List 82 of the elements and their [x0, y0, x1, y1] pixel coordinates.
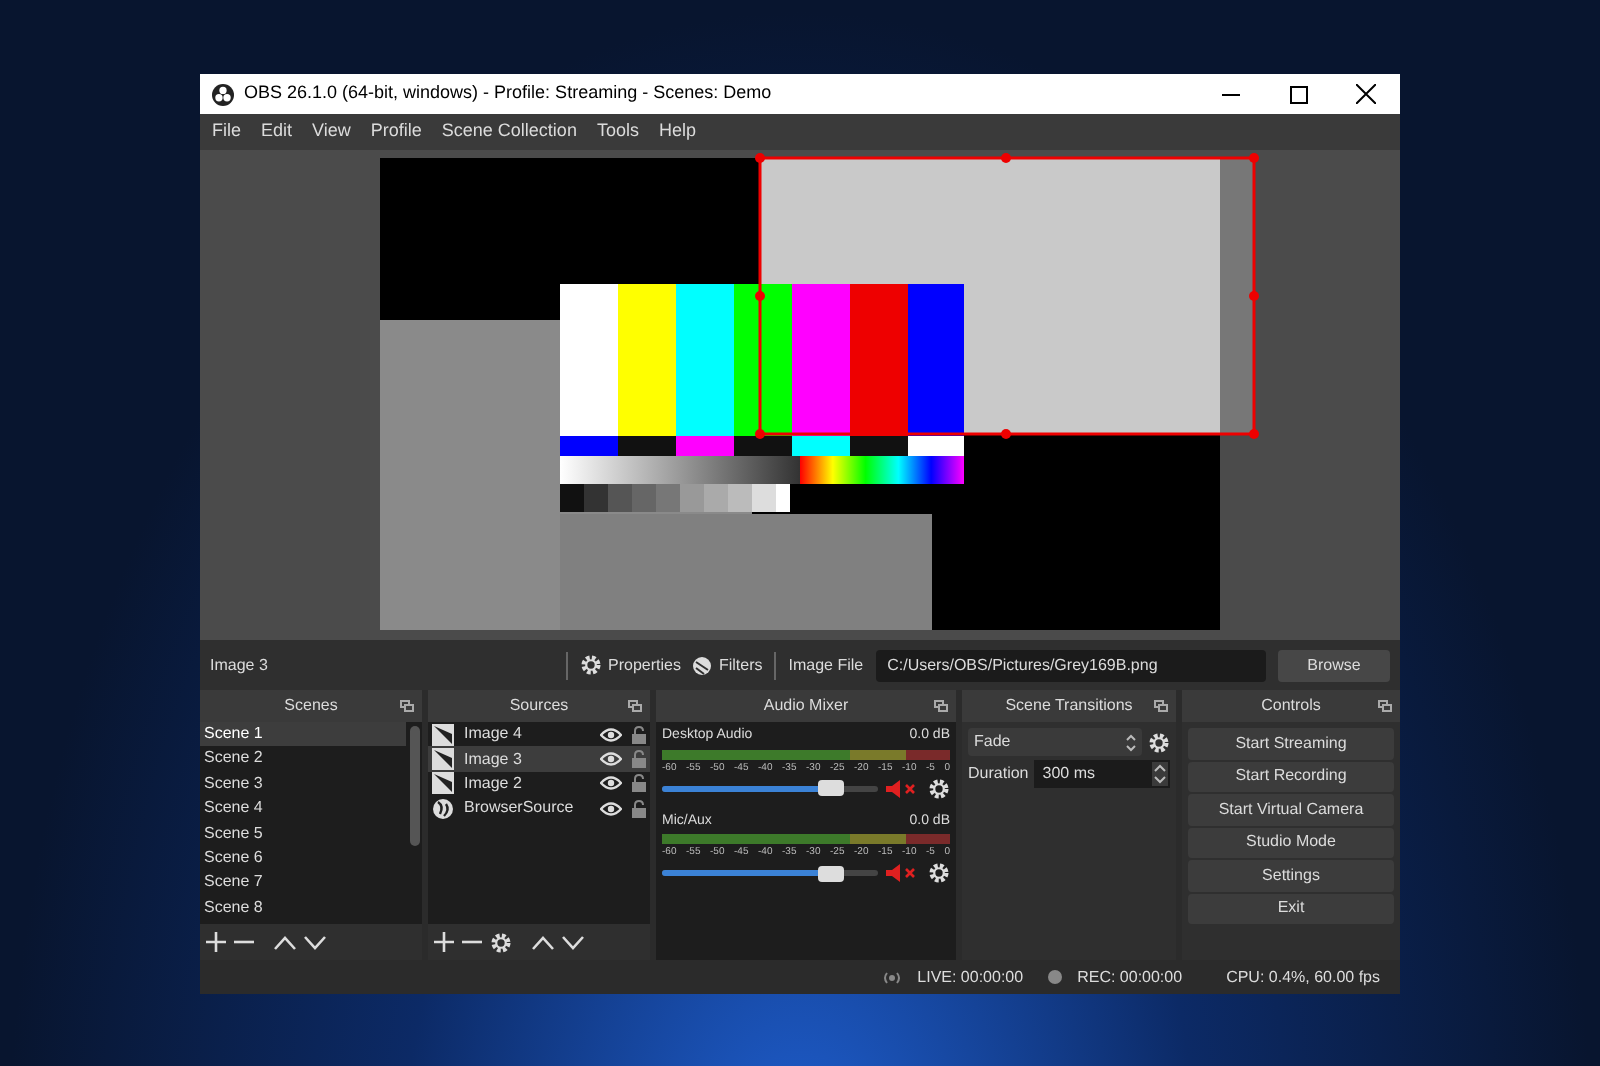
add-icon[interactable]	[434, 932, 454, 952]
visibility-icon[interactable]	[600, 801, 622, 816]
selected-source-name: Image 3	[210, 653, 270, 677]
gear-icon[interactable]	[1148, 731, 1170, 753]
control-button[interactable]: Settings	[1188, 860, 1394, 891]
lock-icon[interactable]	[632, 799, 646, 818]
visibility-icon[interactable]	[600, 752, 622, 767]
move-down-icon[interactable]	[304, 935, 326, 949]
filter-icon	[692, 655, 713, 675]
live-timer: LIVE: 00:00:00	[917, 965, 1024, 989]
visibility-icon[interactable]	[600, 727, 622, 742]
visibility-icon[interactable]	[600, 776, 622, 791]
menu-item[interactable]: Help	[650, 118, 704, 146]
recording-timer: REC: 00:00:00	[1077, 965, 1183, 989]
spinner-arrows-icon	[1126, 733, 1136, 751]
gear-icon[interactable]	[928, 862, 950, 884]
add-icon[interactable]	[206, 932, 226, 952]
duration-label: Duration	[968, 762, 1029, 786]
undock-icon[interactable]	[934, 700, 948, 712]
dock-title: Audio Mixer	[763, 694, 849, 718]
source-item[interactable]: Image 2	[428, 771, 650, 797]
menu-item[interactable]: Tools	[588, 118, 647, 146]
menu-item[interactable]: Edit	[253, 118, 301, 146]
scene-item[interactable]: Scene 8	[200, 895, 406, 921]
undock-icon[interactable]	[400, 700, 414, 712]
move-up-icon[interactable]	[532, 935, 554, 949]
broadcast-icon	[881, 969, 902, 985]
scene-item[interactable]: Scene 4	[200, 796, 406, 822]
gear-icon	[580, 654, 602, 676]
control-button[interactable]: Start Virtual Camera	[1188, 794, 1394, 825]
properties-button[interactable]: Properties	[580, 653, 681, 677]
menu-item[interactable]: File	[204, 118, 250, 146]
volume-slider[interactable]	[662, 785, 878, 791]
gear-icon[interactable]	[490, 931, 512, 953]
undock-icon[interactable]	[1378, 700, 1392, 712]
source-item[interactable]: Image 3	[428, 746, 650, 772]
muted-speaker-icon[interactable]	[886, 779, 920, 797]
control-button[interactable]: Exit	[1188, 893, 1394, 924]
scene-item[interactable]: Scene 3	[200, 771, 406, 797]
lock-icon[interactable]	[632, 774, 646, 793]
source-item[interactable]: Image 4	[428, 722, 650, 747]
dock-title: Scenes	[284, 694, 338, 718]
undock-icon[interactable]	[1154, 700, 1168, 712]
scene-item[interactable]: Scene 7	[200, 870, 406, 896]
record-indicator-icon	[1047, 970, 1062, 984]
browse-button[interactable]: Browse	[1278, 649, 1390, 681]
scene-item[interactable]: Scene 1	[200, 722, 406, 747]
scrollbar[interactable]	[410, 726, 420, 846]
scene-item[interactable]: Scene 6	[200, 845, 406, 871]
move-down-icon[interactable]	[562, 935, 584, 949]
field-label: Image File	[788, 653, 864, 677]
duration-field[interactable]: 300 ms	[1034, 760, 1170, 788]
app-logo-icon	[212, 83, 234, 105]
window-title: OBS 26.1.0 (64-bit, windows) - Profile: Streaming - Scenes: Demo	[244, 80, 774, 107]
menu-item[interactable]: Scene Collection	[433, 118, 585, 146]
image-file-field[interactable]: C:/Users/OBS/Pictures/Grey169B.png	[875, 649, 1266, 681]
source-item[interactable]: BrowserSource	[428, 796, 650, 822]
menu-item[interactable]: Profile	[362, 118, 430, 146]
control-button[interactable]: Start Streaming	[1188, 728, 1394, 759]
lock-icon[interactable]	[632, 725, 646, 744]
volume-slider-thumb[interactable]	[818, 865, 845, 881]
cpu-usage: CPU: 0.4%, 60.00 fps	[1226, 965, 1380, 989]
scene-item[interactable]: Scene 2	[200, 746, 406, 772]
control-button[interactable]: Studio Mode	[1188, 827, 1394, 858]
muted-speaker-icon[interactable]	[886, 864, 920, 882]
lock-icon[interactable]	[632, 750, 646, 769]
spinner-arrows-icon[interactable]	[1152, 762, 1168, 786]
volume-slider[interactable]	[662, 870, 878, 876]
transition-dropdown[interactable]: Fade	[968, 728, 1142, 756]
filters-button[interactable]: Filters	[692, 653, 763, 677]
menu-item[interactable]: View	[304, 118, 359, 146]
dock-title: Controls	[1261, 694, 1321, 718]
image-icon	[432, 748, 454, 771]
scene-item[interactable]: Scene 5	[200, 821, 406, 846]
volume-slider-thumb[interactable]	[818, 780, 845, 796]
undock-icon[interactable]	[628, 700, 642, 712]
gear-icon[interactable]	[928, 777, 950, 799]
close-icon	[1356, 84, 1376, 104]
dock-title: Scene Transitions	[1005, 694, 1133, 718]
move-up-icon[interactable]	[274, 935, 296, 949]
control-button[interactable]: Start Recording	[1188, 761, 1394, 792]
dock-title: Sources	[509, 694, 569, 718]
